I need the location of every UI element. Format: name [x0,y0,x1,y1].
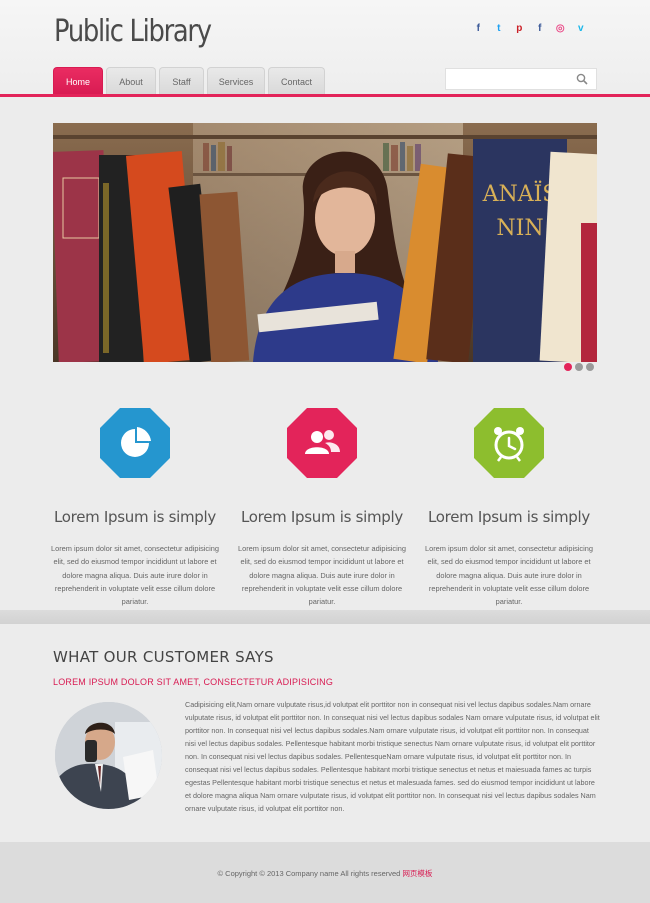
facebook-icon[interactable]: f [530,22,551,36]
twitter-icon[interactable]: t [489,22,510,36]
vimeo-icon[interactable]: v [571,22,592,36]
feature-card: Lorem Ipsum is simply Lorem ipsum dolor … [40,408,230,608]
alarm-clock-icon [474,408,544,478]
main-nav: Home About Staff Services Contact [53,67,325,95]
nav-home[interactable]: Home [53,67,103,95]
section-divider [0,610,650,624]
search-icon[interactable] [576,73,588,85]
testimonial-heading: WHAT OUR CUSTOMER SAYS [53,648,274,666]
nav-contact[interactable]: Contact [268,67,325,95]
testimonial-section: WHAT OUR CUSTOMER SAYS LOREM IPSUM DOLOR… [0,624,650,842]
customer-avatar [55,702,162,809]
dribbble-icon[interactable]: ◎ [550,22,571,36]
feature-text: Lorem ipsum dolor sit amet, consectetur … [237,544,406,607]
facebook-icon[interactable]: f [468,22,489,36]
footer: © Copyright © 2013 Company name All righ… [0,842,650,903]
testimonial-subheading: LOREM IPSUM DOLOR SIT AMET, CONSECTETUR … [53,677,334,687]
nav-underline [0,94,650,97]
feature-title: Lorem Ipsum is simply [241,508,403,526]
nav-services[interactable]: Services [207,67,265,95]
pie-chart-icon [100,408,170,478]
feature-text: Lorem ipsum dolor sit amet, consectetur … [50,544,219,607]
slider-dot-1[interactable] [564,363,572,371]
header: Public Library f t p f ◎ v Home About Staff S… [0,0,650,100]
slider-dot-3[interactable] [586,363,594,371]
slider-dot-2[interactable] [575,363,583,371]
social-links: f t p f ◎ v [468,22,591,36]
nav-about[interactable]: About [106,67,156,95]
pinterest-icon[interactable]: p [509,22,530,36]
copyright-text: © Copyright © 2013 Company name All righ… [217,869,403,878]
feature-text: Lorem ipsum dolor sit amet, consectetur … [424,544,593,607]
feature-card: Lorem Ipsum is simply Lorem ipsum dolor … [414,408,604,608]
feature-card: Lorem Ipsum is simply Lorem ipsum dolor … [227,408,417,608]
site-logo[interactable]: Public Library [54,14,212,49]
svg-text:NIN: NIN [496,216,543,241]
search-box [445,68,597,90]
search-input[interactable] [446,69,571,90]
svg-text:ANAÏS: ANAÏS [482,180,558,207]
slider-dots [564,363,594,371]
feature-title: Lorem Ipsum is simply [428,508,590,526]
users-icon [287,408,357,478]
copyright: © Copyright © 2013 Company name All righ… [0,868,650,879]
testimonial-text: Cadipisicing elit,Nam ornare vulputate r… [185,700,600,813]
hero-slider-image: ANAÏS NIN [53,123,597,362]
footer-link[interactable]: 网页模板 [402,869,432,878]
feature-title: Lorem Ipsum is simply [54,508,216,526]
nav-staff[interactable]: Staff [159,67,204,95]
